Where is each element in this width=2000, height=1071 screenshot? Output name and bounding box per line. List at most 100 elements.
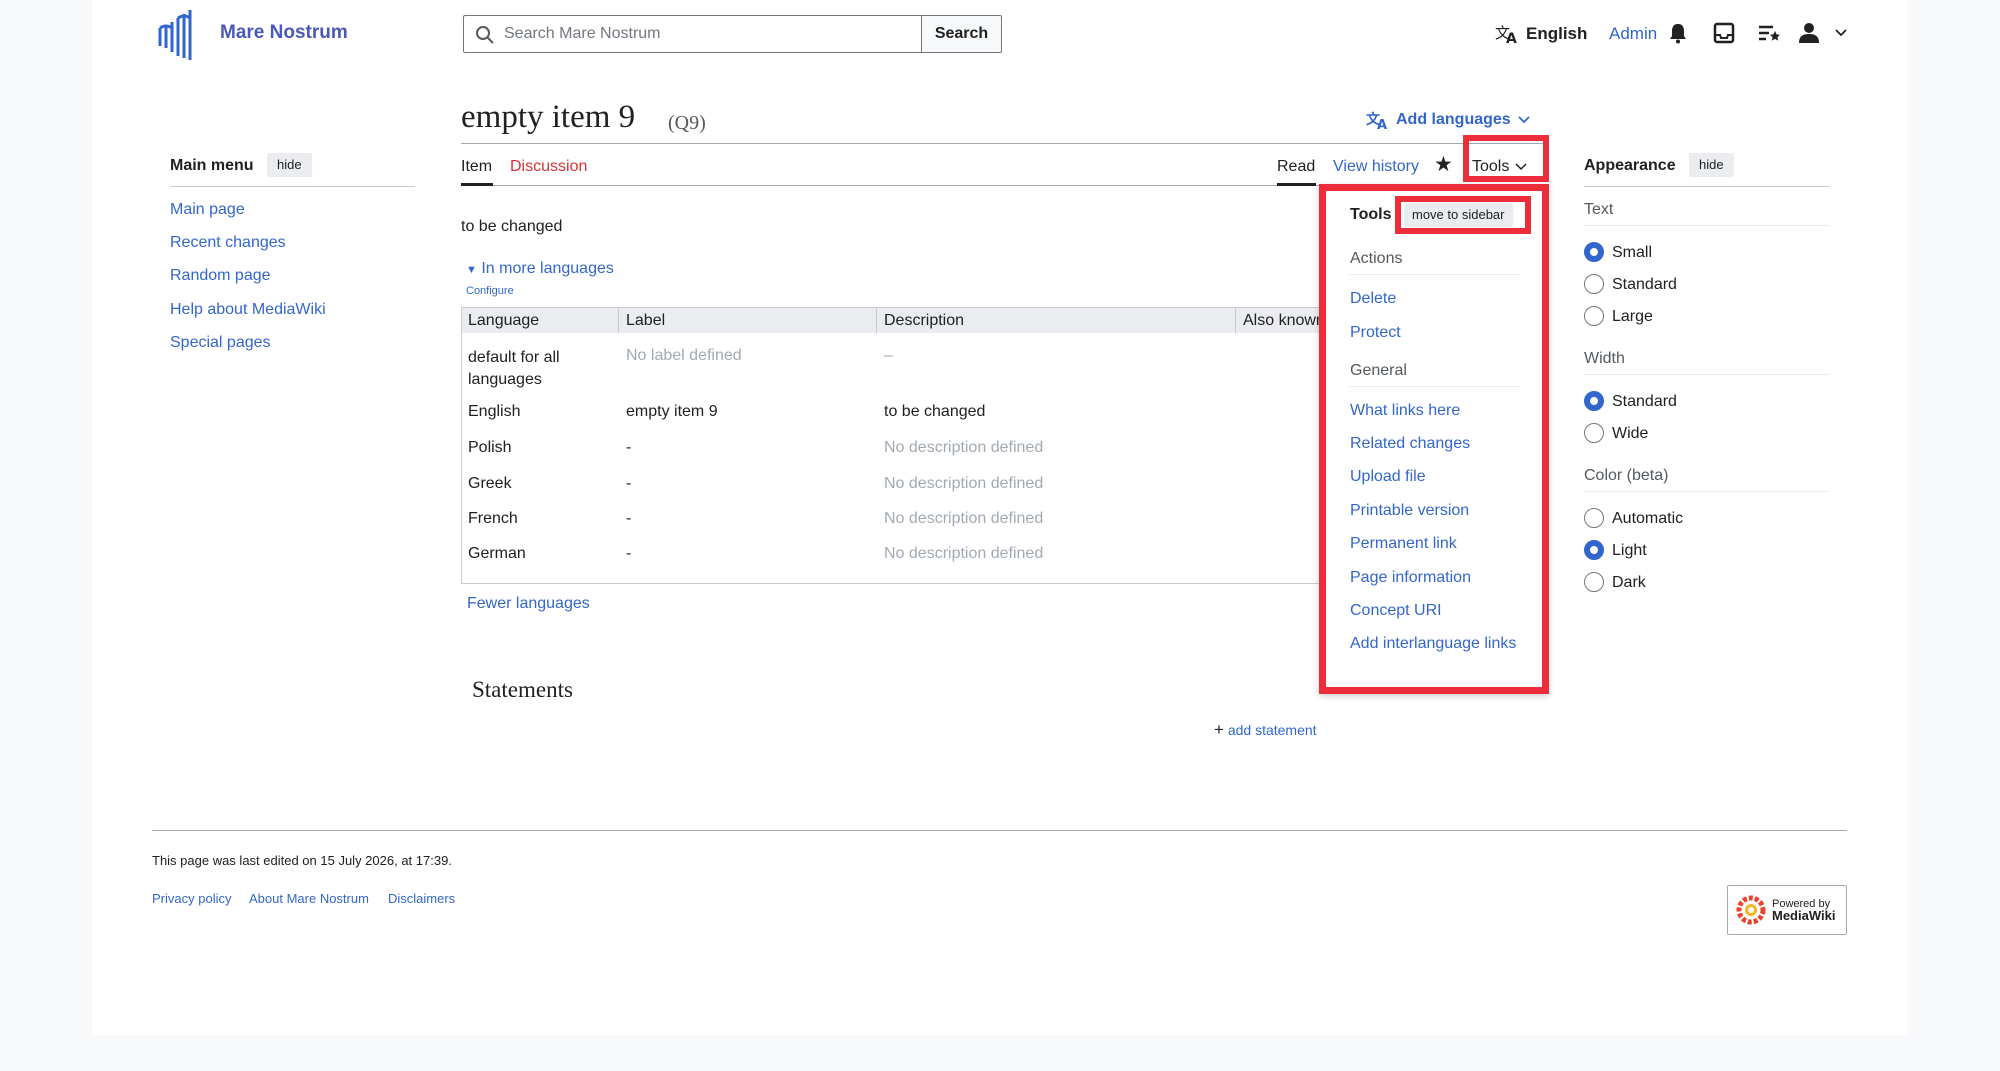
width-standard-radio[interactable] — [1584, 391, 1604, 411]
section-divider — [1584, 225, 1830, 226]
table-cell-language: Greek — [468, 475, 512, 492]
watch-star-icon[interactable]: ★ — [1434, 152, 1453, 177]
text-standard-label: Standard — [1612, 276, 1677, 293]
section-divider — [1584, 374, 1830, 375]
table-cell-language: Polish — [468, 439, 512, 456]
item-description: to be changed — [461, 218, 563, 235]
table-cell-language: German — [468, 545, 526, 562]
title-divider — [461, 143, 1544, 144]
configure-link[interactable]: Configure — [466, 285, 514, 297]
sidebar-item-recent-changes[interactable]: Recent changes — [170, 234, 286, 252]
appearance-text-heading: Text — [1584, 201, 1614, 218]
add-languages-label: Add languages — [1396, 111, 1511, 128]
width-wide-radio[interactable] — [1584, 423, 1604, 443]
search-input[interactable]: Search Mare Nostrum — [463, 15, 925, 53]
mediawiki-line: MediaWiki — [1772, 907, 1836, 923]
table-cell-description: to be changed — [884, 403, 986, 420]
tab-discussion[interactable]: Discussion — [510, 158, 587, 176]
column-header: Label — [626, 312, 666, 329]
sidebar-item-main-page[interactable]: Main page — [170, 201, 245, 219]
plus-icon: + — [1214, 720, 1224, 739]
text-large-radio[interactable] — [1584, 306, 1604, 326]
user-link[interactable]: Admin — [1609, 24, 1657, 44]
appearance-title: Appearance — [1584, 157, 1676, 174]
text-small-label: Small — [1612, 244, 1653, 261]
user-icon[interactable] — [1797, 21, 1821, 45]
add-statement-button[interactable]: + add statement — [1214, 720, 1317, 740]
main-menu-title: Main menu — [170, 157, 254, 174]
section-divider — [1584, 491, 1830, 492]
highlight-tools-menu — [1319, 184, 1549, 694]
search-placeholder: Search Mare Nostrum — [504, 25, 661, 42]
sidebar-item-special-pages[interactable]: Special pages — [170, 334, 271, 352]
color-dark-radio[interactable] — [1584, 572, 1604, 592]
highlight-tools-tab — [1463, 135, 1549, 182]
table-cell-description: No description defined — [884, 475, 1044, 492]
svg-text:A: A — [1506, 31, 1517, 45]
in-more-languages-toggle[interactable]: ▼ In more languages — [466, 260, 614, 278]
table-cell-language: French — [468, 510, 518, 527]
main-menu-hide-button[interactable]: hide — [267, 153, 312, 177]
tab-item[interactable]: Item — [461, 158, 492, 176]
appearance-width-heading: Width — [1584, 350, 1625, 367]
page-title: empty item 9 — [461, 99, 636, 135]
appearance-hide-button[interactable]: hide — [1689, 153, 1734, 177]
column-divider — [618, 308, 619, 333]
table-cell-description: No description defined — [884, 510, 1044, 527]
mediawiki-logo-icon — [1736, 895, 1766, 925]
last-edited-text: This page was last edited on 15 July 202… — [152, 853, 452, 868]
search-icon — [476, 26, 494, 44]
powered-by-mediawiki-badge[interactable]: Powered by MediaWiki — [1727, 885, 1847, 935]
tab-view-history[interactable]: View history — [1333, 158, 1419, 176]
language-icon[interactable]: 文A — [1495, 23, 1519, 45]
appearance-divider — [1584, 186, 1830, 187]
table-cell-label: - — [626, 510, 632, 527]
column-header: Also known as — [1243, 312, 1329, 329]
color-light-label: Light — [1612, 542, 1647, 559]
site-logo-icon[interactable] — [156, 6, 202, 62]
add-statement-label: add statement — [1227, 722, 1317, 738]
sidebar-item-help[interactable]: Help about MediaWiki — [170, 301, 326, 319]
column-divider — [1235, 308, 1236, 333]
triangle-down-icon: ▼ — [466, 264, 477, 276]
color-light-radio[interactable] — [1584, 540, 1604, 560]
column-header: Description — [884, 312, 965, 329]
search-button[interactable]: Search — [921, 15, 1002, 53]
in-more-languages-label: In more languages — [481, 260, 614, 277]
width-wide-label: Wide — [1612, 425, 1649, 442]
site-name[interactable]: Mare Nostrum — [220, 22, 348, 44]
footer-disclaimers-link[interactable]: Disclaimers — [388, 891, 455, 906]
language-selector[interactable]: English — [1526, 24, 1587, 44]
statements-heading: Statements — [472, 677, 573, 702]
color-automatic-label: Automatic — [1612, 510, 1684, 527]
table-cell-label: - — [626, 475, 632, 492]
table-cell-language: English — [468, 403, 521, 420]
appearance-color-heading: Color (beta) — [1584, 467, 1669, 484]
watchlist-icon[interactable] — [1757, 21, 1781, 45]
width-standard-label: Standard — [1612, 393, 1677, 410]
tray-icon[interactable] — [1712, 21, 1736, 45]
main-menu-divider — [170, 186, 415, 187]
tab-item-underline — [461, 183, 493, 186]
text-standard-radio[interactable] — [1584, 274, 1604, 294]
text-small-radio[interactable] — [1584, 242, 1604, 262]
sidebar-item-random-page[interactable]: Random page — [170, 267, 271, 285]
color-automatic-radio[interactable] — [1584, 508, 1604, 528]
chevron-down-icon[interactable] — [1834, 28, 1848, 38]
chevron-down-icon — [1518, 116, 1530, 124]
add-languages-button[interactable]: 文A Add languages — [1366, 110, 1531, 130]
footer-about-link[interactable]: About Mare Nostrum — [249, 891, 369, 906]
footer-privacy-link[interactable]: Privacy policy — [152, 891, 231, 906]
tabs-divider — [461, 185, 1321, 186]
column-header: Language — [468, 312, 540, 329]
tab-read-underline — [1277, 183, 1316, 186]
language-icon: 文A — [1366, 111, 1387, 130]
bell-icon[interactable] — [1666, 21, 1690, 45]
svg-text:A: A — [1377, 118, 1387, 130]
table-cell-description: No description defined — [884, 439, 1044, 456]
column-divider — [876, 308, 877, 333]
fewer-languages-link[interactable]: Fewer languages — [467, 595, 590, 613]
footer-divider — [152, 830, 1847, 831]
tab-read[interactable]: Read — [1277, 158, 1315, 176]
text-large-label: Large — [1612, 308, 1653, 325]
